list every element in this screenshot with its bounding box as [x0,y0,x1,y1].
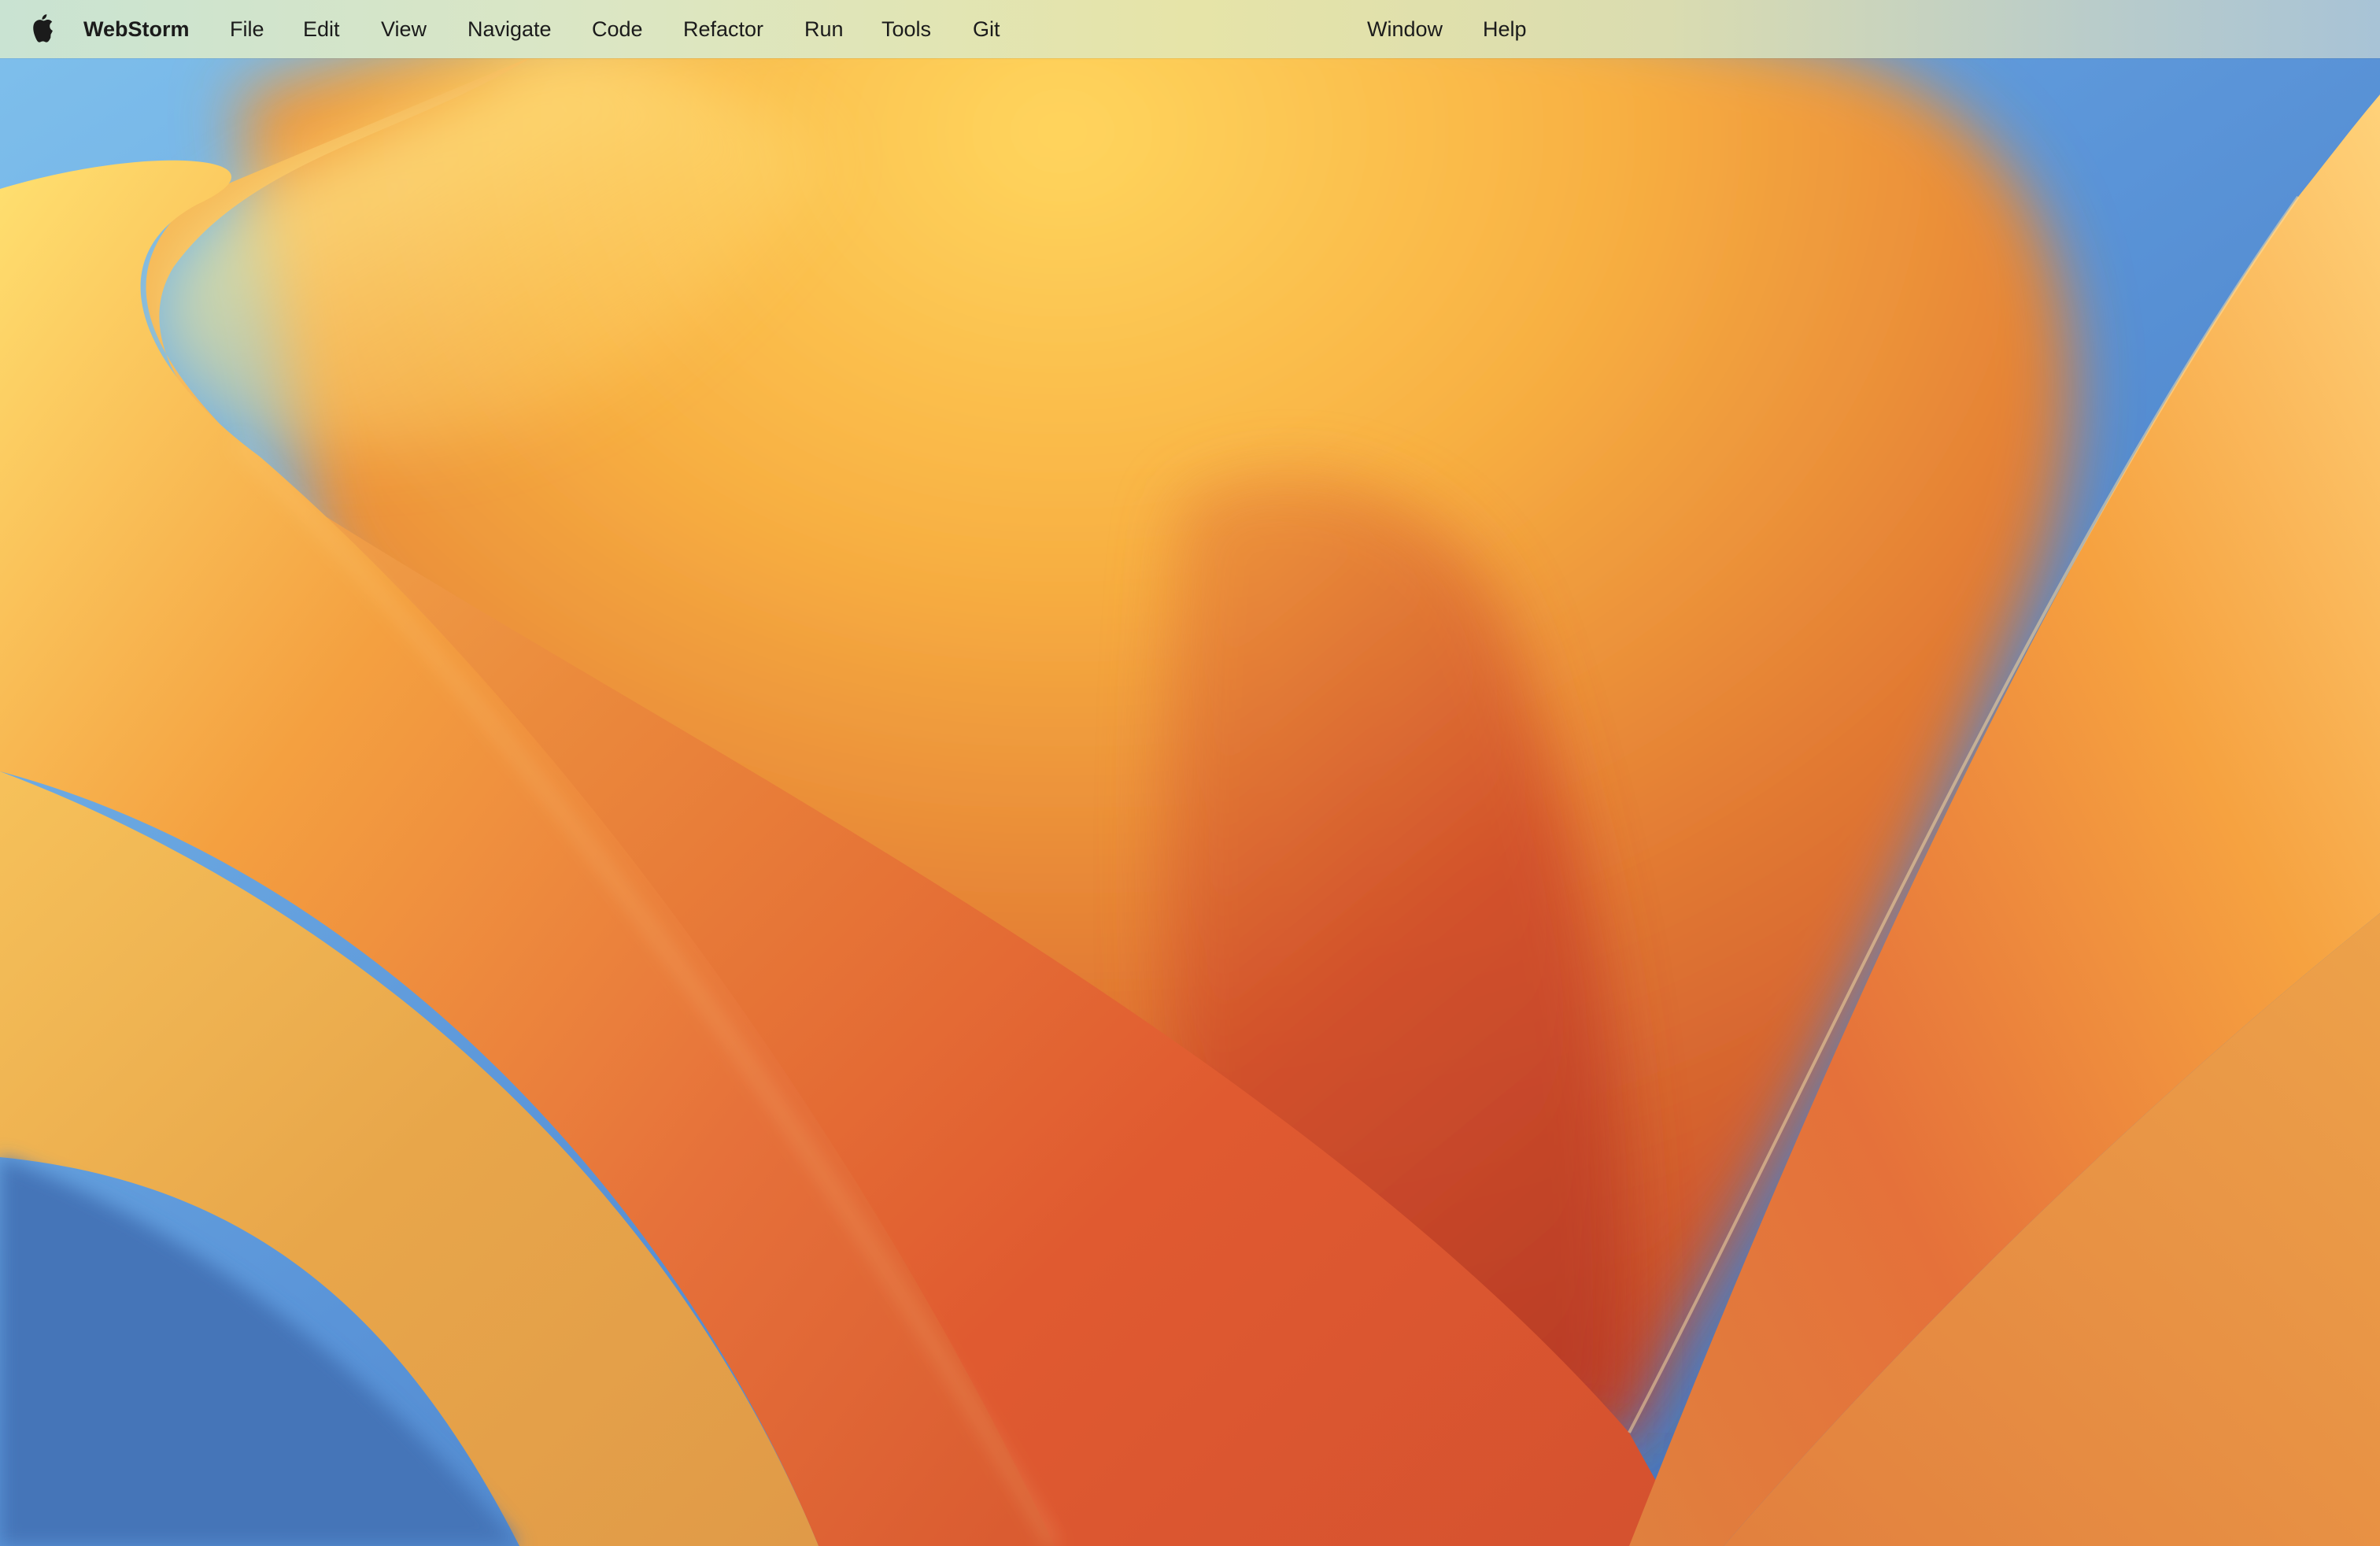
desktop: WebStorm File Edit View Navigate Code Re… [0,0,2380,1546]
menu-tools[interactable]: Tools [881,0,931,58]
menu-view[interactable]: View [381,0,427,58]
menu-git[interactable]: Git [973,0,1000,58]
menu-run[interactable]: Run [804,0,844,58]
menu-file[interactable]: File [230,0,264,58]
menu-edit[interactable]: Edit [303,0,340,58]
menu-app-webstorm[interactable]: WebStorm [83,0,190,58]
menu-bar: WebStorm File Edit View Navigate Code Re… [0,0,2380,58]
menu-code[interactable]: Code [592,0,643,58]
menu-navigate[interactable]: Navigate [468,0,552,58]
menu-window[interactable]: Window [1367,0,1443,58]
desktop-wallpaper [0,0,2380,1546]
menu-help[interactable]: Help [1483,0,1527,58]
apple-icon[interactable] [28,14,54,44]
menu-refactor[interactable]: Refactor [683,0,763,58]
